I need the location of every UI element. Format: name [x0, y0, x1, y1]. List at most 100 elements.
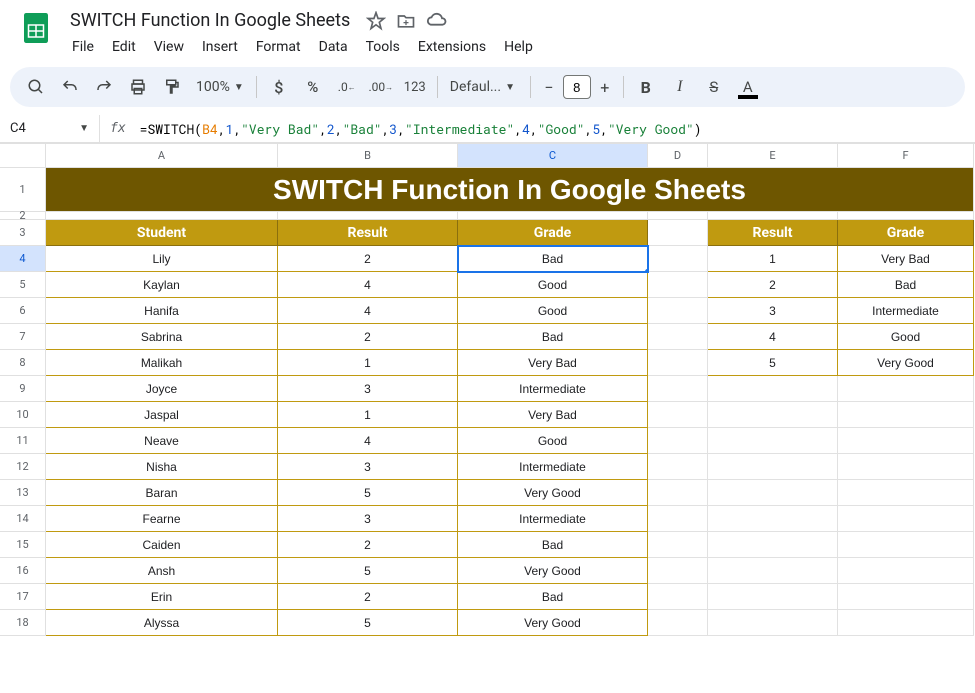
header-lookup-result[interactable]: Result	[708, 220, 838, 246]
increase-font-size-button[interactable]: +	[593, 75, 617, 99]
increase-decimal-icon[interactable]: .00→	[365, 71, 397, 103]
cell-result-3[interactable]: 2	[278, 324, 458, 350]
cell-grade-0[interactable]: Bad	[458, 246, 648, 272]
menu-view[interactable]: View	[146, 35, 192, 59]
cell-grade-11[interactable]: Bad	[458, 532, 648, 558]
cell-D16[interactable]	[648, 558, 708, 584]
cell-F17[interactable]	[838, 584, 974, 610]
cell-E14[interactable]	[708, 506, 838, 532]
cell-E16[interactable]	[708, 558, 838, 584]
row-header-8[interactable]: 8	[0, 350, 46, 376]
menu-insert[interactable]: Insert	[194, 35, 246, 59]
cell-lookup-grade-4[interactable]: Very Good	[838, 350, 974, 376]
sheet-title-cell[interactable]: SWITCH Function In Google Sheets	[46, 168, 974, 212]
menu-extensions[interactable]: Extensions	[410, 35, 494, 59]
cell-E18[interactable]	[708, 610, 838, 636]
menu-help[interactable]: Help	[496, 35, 541, 59]
menu-file[interactable]: File	[64, 35, 102, 59]
column-header-D[interactable]: D	[648, 144, 708, 168]
cell-grade-9[interactable]: Very Good	[458, 480, 648, 506]
cell-student-12[interactable]: Ansh	[46, 558, 278, 584]
header-lookup-grade[interactable]: Grade	[838, 220, 974, 246]
text-color-icon[interactable]: A	[732, 71, 764, 103]
row-header-13[interactable]: 13	[0, 480, 46, 506]
cell-D15[interactable]	[648, 532, 708, 558]
cell-E17[interactable]	[708, 584, 838, 610]
cell-student-4[interactable]: Malikah	[46, 350, 278, 376]
menu-edit[interactable]: Edit	[104, 35, 144, 59]
cell-F2[interactable]	[838, 212, 974, 220]
cell-C2[interactable]	[458, 212, 648, 220]
cell-E9[interactable]	[708, 376, 838, 402]
column-header-C[interactable]: C	[458, 144, 648, 168]
cell-D5[interactable]	[648, 272, 708, 298]
star-icon[interactable]	[366, 11, 386, 31]
cell-result-8[interactable]: 3	[278, 454, 458, 480]
cell-lookup-result-3[interactable]: 4	[708, 324, 838, 350]
cell-grade-5[interactable]: Intermediate	[458, 376, 648, 402]
cell-D12[interactable]	[648, 454, 708, 480]
font-size-input[interactable]	[563, 75, 591, 99]
menu-tools[interactable]: Tools	[358, 35, 408, 59]
cell-student-6[interactable]: Jaspal	[46, 402, 278, 428]
cell-result-9[interactable]: 5	[278, 480, 458, 506]
cell-E11[interactable]	[708, 428, 838, 454]
cell-F15[interactable]	[838, 532, 974, 558]
cell-F16[interactable]	[838, 558, 974, 584]
italic-icon[interactable]: I	[664, 71, 696, 103]
cell-grade-8[interactable]: Intermediate	[458, 454, 648, 480]
row-header-10[interactable]: 10	[0, 402, 46, 428]
select-all-corner[interactable]	[0, 144, 46, 168]
zoom-dropdown[interactable]: 100%▼	[190, 79, 250, 95]
cell-result-5[interactable]: 3	[278, 376, 458, 402]
cell-student-14[interactable]: Alyssa	[46, 610, 278, 636]
cell-result-0[interactable]: 2	[278, 246, 458, 272]
cell-student-3[interactable]: Sabrina	[46, 324, 278, 350]
cell-student-11[interactable]: Caiden	[46, 532, 278, 558]
menu-data[interactable]: Data	[311, 35, 356, 59]
cell-grade-2[interactable]: Good	[458, 298, 648, 324]
cell-result-11[interactable]: 2	[278, 532, 458, 558]
cell-B2[interactable]	[278, 212, 458, 220]
cell-lookup-grade-1[interactable]: Bad	[838, 272, 974, 298]
cell-F11[interactable]	[838, 428, 974, 454]
cell-F13[interactable]	[838, 480, 974, 506]
search-icon[interactable]	[20, 71, 52, 103]
cell-D6[interactable]	[648, 298, 708, 324]
header-result[interactable]: Result	[278, 220, 458, 246]
cell-lookup-result-2[interactable]: 3	[708, 298, 838, 324]
cell-A2[interactable]	[46, 212, 278, 220]
cell-result-1[interactable]: 4	[278, 272, 458, 298]
strikethrough-icon[interactable]: S	[698, 71, 730, 103]
cell-lookup-grade-2[interactable]: Intermediate	[838, 298, 974, 324]
cell-D2[interactable]	[648, 212, 708, 220]
cell-result-7[interactable]: 4	[278, 428, 458, 454]
row-header-5[interactable]: 5	[0, 272, 46, 298]
cell-E2[interactable]	[708, 212, 838, 220]
row-header-12[interactable]: 12	[0, 454, 46, 480]
document-title[interactable]: SWITCH Function In Google Sheets	[64, 8, 356, 33]
row-header-11[interactable]: 11	[0, 428, 46, 454]
header-student[interactable]: Student	[46, 220, 278, 246]
format-percent-icon[interactable]: %	[297, 71, 329, 103]
cell-lookup-result-0[interactable]: 1	[708, 246, 838, 272]
cell-lookup-result-1[interactable]: 2	[708, 272, 838, 298]
sheets-logo[interactable]	[16, 8, 56, 48]
cell-F10[interactable]	[838, 402, 974, 428]
cell-result-2[interactable]: 4	[278, 298, 458, 324]
cell-student-9[interactable]: Baran	[46, 480, 278, 506]
more-formats-icon[interactable]: 123	[399, 71, 431, 103]
cell-E15[interactable]	[708, 532, 838, 558]
print-icon[interactable]	[122, 71, 154, 103]
cell-result-13[interactable]: 2	[278, 584, 458, 610]
row-header-3[interactable]: 3	[0, 220, 46, 246]
cell-grade-7[interactable]: Good	[458, 428, 648, 454]
format-currency-icon[interactable]: $	[263, 71, 295, 103]
cell-D13[interactable]	[648, 480, 708, 506]
decrease-decimal-icon[interactable]: .0←	[331, 71, 363, 103]
cell-grade-14[interactable]: Very Good	[458, 610, 648, 636]
paint-format-icon[interactable]	[156, 71, 188, 103]
cell-result-10[interactable]: 3	[278, 506, 458, 532]
cell-student-0[interactable]: Lily	[46, 246, 278, 272]
row-header-17[interactable]: 17	[0, 584, 46, 610]
